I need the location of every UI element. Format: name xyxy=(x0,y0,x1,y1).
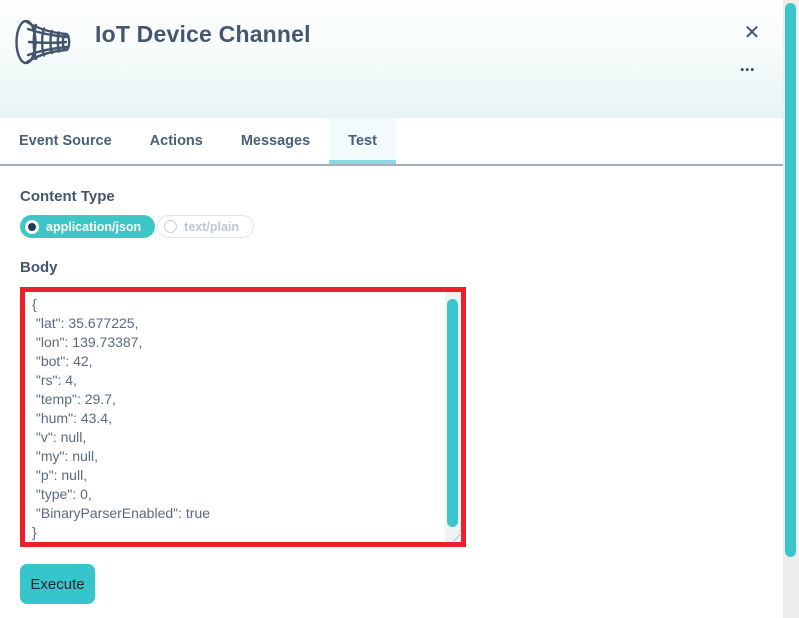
panel-header: IoT Device Channel ✕ ••• xyxy=(0,0,799,118)
radio-selected-icon xyxy=(25,219,39,234)
body-label: Body xyxy=(20,259,58,276)
page-scrollbar-track[interactable] xyxy=(783,0,799,618)
radio-label: application/json xyxy=(46,219,142,234)
tab-actions[interactable]: Actions xyxy=(131,118,222,164)
execute-button[interactable]: Execute xyxy=(20,564,95,604)
content-type-label: Content Type xyxy=(20,188,115,205)
radio-application-json[interactable]: application/json xyxy=(20,215,156,238)
more-options-icon[interactable]: ••• xyxy=(734,62,762,80)
content-type-radio-group: application/json text/plain xyxy=(20,215,799,238)
tab-label: Messages xyxy=(240,133,311,149)
body-editor-highlighted: { "lat": 35.677225, "lon": 139.73387, "b… xyxy=(20,287,466,547)
horn-antenna-icon xyxy=(13,16,73,73)
tab-bar: Event Source Actions Messages Test xyxy=(0,118,799,166)
close-icon[interactable]: ✕ xyxy=(740,21,764,45)
tab-label: Test xyxy=(348,133,377,149)
radio-text-plain[interactable]: text/plain xyxy=(157,215,255,238)
tab-label: Actions xyxy=(149,133,203,149)
page-title: IoT Device Channel xyxy=(95,21,311,47)
tab-messages[interactable]: Messages xyxy=(222,118,329,164)
radio-label: text/plain xyxy=(184,219,240,234)
body-textarea[interactable]: { "lat": 35.677225, "lon": 139.73387, "b… xyxy=(25,292,445,542)
tab-test[interactable]: Test xyxy=(329,118,396,164)
page-scrollbar-thumb[interactable] xyxy=(785,3,796,557)
test-tab-content: Content Type application/json text/plain… xyxy=(0,188,799,604)
radio-unselected-icon xyxy=(164,220,178,233)
textarea-scrollbar-track[interactable] xyxy=(445,292,461,542)
textarea-scrollbar-thumb[interactable] xyxy=(447,299,458,527)
tab-label: Event Source xyxy=(19,133,112,149)
tab-event-source[interactable]: Event Source xyxy=(0,118,131,164)
